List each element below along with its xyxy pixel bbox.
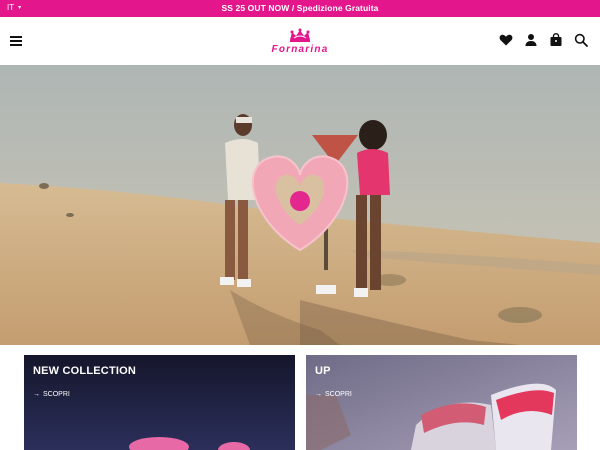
arrow-right-icon: → (315, 391, 322, 398)
discover-link[interactable]: → SCOPRI (315, 391, 352, 398)
brand-logo[interactable]: Fornarina (258, 28, 342, 55)
header-actions (499, 33, 588, 47)
site-header: Fornarina (0, 17, 600, 65)
discover-link[interactable]: → SCOPRI (33, 391, 70, 398)
logo-wordmark: Fornarina (271, 44, 329, 55)
card-title: UP (315, 365, 331, 377)
up-collection-image (306, 355, 577, 450)
discover-link-label: SCOPRI (43, 391, 70, 398)
card-up[interactable]: UP → SCOPRI (306, 355, 577, 450)
card-title: NEW COLLECTION (33, 365, 137, 377)
hero-image (0, 65, 600, 345)
search-icon[interactable] (574, 33, 588, 47)
promo-text[interactable]: SS 25 OUT NOW / Spedizione Gratuita (0, 3, 600, 13)
menu-icon[interactable] (10, 36, 22, 46)
user-icon[interactable] (524, 33, 538, 47)
bag-icon[interactable] (549, 33, 563, 47)
promo-bar: IT ▾ SS 25 OUT NOW / Spedizione Gratuita (0, 0, 600, 17)
arrow-right-icon: → (33, 391, 40, 398)
heart-icon[interactable] (499, 33, 513, 47)
category-cards: NEW COLLECTION → SCOPRI UP → SCOPRI (0, 345, 600, 450)
hero-banner[interactable] (0, 65, 600, 345)
card-new-collection[interactable]: NEW COLLECTION → SCOPRI (24, 355, 295, 450)
discover-link-label: SCOPRI (325, 391, 352, 398)
